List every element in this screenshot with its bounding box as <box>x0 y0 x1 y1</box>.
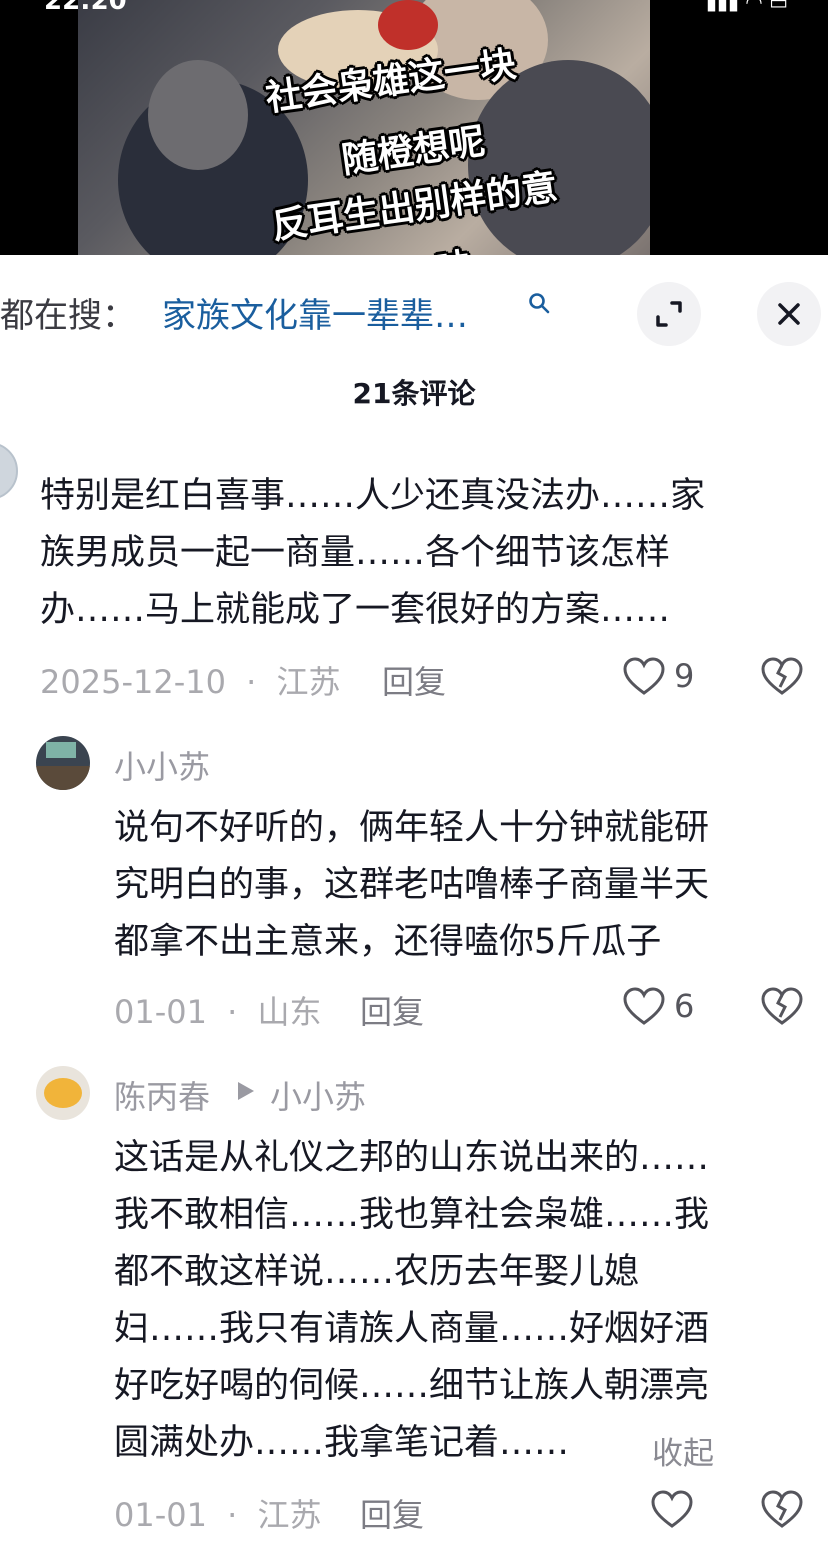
comment-location: 江苏 <box>276 663 341 701</box>
comment-text-line: 我不敢相信……我也算社会枭雄……我 <box>114 1195 710 1235</box>
search-icon[interactable] <box>528 292 550 314</box>
avatar-image <box>44 1078 82 1108</box>
expand-icon <box>656 301 682 327</box>
comment-text-line: 都拿不出主意来，还得嗑你5斤瓜子 <box>114 922 662 962</box>
comment-date: 2025-12-10 <box>40 663 226 701</box>
comment-text-line: 都不敢这样说……农历去年娶儿媳 <box>114 1252 640 1292</box>
avatar-image <box>46 742 76 758</box>
dislike-heart-icon[interactable] <box>760 657 804 697</box>
comment-username[interactable]: 小小苏 <box>114 742 210 788</box>
comment-text-line: 这话是从礼仪之邦的山东说出来的…… <box>114 1138 710 1178</box>
reply-button[interactable]: 回复 <box>382 657 446 703</box>
comment-meta: 01-01 · 江苏 <box>114 1490 322 1536</box>
battery-icon: ▭ <box>769 0 788 14</box>
comment-text-line: 族男成员一起一商量……各个细节该怎样 <box>40 533 671 573</box>
reply-button[interactable]: 回复 <box>360 1490 424 1536</box>
like-count: 6 <box>674 987 695 1025</box>
comment-text-line: 特别是红白喜事……人少还真没法办……家 <box>40 476 706 516</box>
search-prefix-label: 都在搜： <box>0 296 136 336</box>
search-suggestion-link[interactable]: 家族文化靠一辈辈… <box>162 288 468 337</box>
meta-separator: · <box>246 663 257 701</box>
status-icons: ▮▮▮ ◠ ▭ <box>706 0 788 14</box>
wifi-icon: ◠ <box>745 0 763 14</box>
avatar[interactable] <box>36 736 90 790</box>
reply-button[interactable]: 回复 <box>360 987 424 1033</box>
collapse-button[interactable]: 收起 <box>652 1428 714 1473</box>
video-red-box <box>378 0 438 50</box>
comment-location: 山东 <box>257 993 322 1031</box>
meta-separator: · <box>227 993 238 1031</box>
video-player[interactable]: 22:20 ▮▮▮ ◠ ▭ 社会枭雄这一块 随橙想呢 反耳生出别样的意 味 <box>0 0 828 255</box>
close-button[interactable] <box>757 282 821 346</box>
comment-date: 01-01 <box>114 993 207 1031</box>
like-heart-icon[interactable] <box>622 657 666 697</box>
reply-arrow-icon <box>238 1082 254 1100</box>
close-icon <box>778 303 800 325</box>
comment-text-line: 说句不好听的，俩年轻人十分钟就能研 <box>114 808 710 848</box>
avatar-image-lower <box>36 766 90 790</box>
like-heart-icon[interactable] <box>650 1490 694 1530</box>
comment-location: 江苏 <box>257 1496 322 1534</box>
meta-separator: · <box>227 1496 238 1534</box>
comment-date: 01-01 <box>114 1496 207 1534</box>
like-count: 9 <box>674 657 695 695</box>
video-head-left <box>148 60 248 170</box>
comment-count-title: 21条评论 <box>352 377 476 410</box>
comment-text-line: 办……马上就能成了一套很好的方案…… <box>40 590 671 630</box>
dislike-heart-icon[interactable] <box>760 1490 804 1530</box>
comment-text-line: 好吃好喝的伺候……细节让族人朝漂亮 <box>114 1366 710 1406</box>
avatar[interactable] <box>36 1066 90 1120</box>
signal-icon: ▮▮▮ <box>705 0 739 14</box>
dislike-heart-icon[interactable] <box>760 987 804 1027</box>
comment-text-line: 圆满处办……我拿笔记着…… <box>114 1423 570 1463</box>
comment-text-line: 究明白的事，这群老咕噜棒子商量半天 <box>114 865 710 905</box>
status-time: 22:20 <box>44 0 127 16</box>
comment-meta: 01-01 · 山东 <box>114 987 322 1033</box>
comment-meta: 2025-12-10 · 江苏 <box>40 657 341 703</box>
like-heart-icon[interactable] <box>622 987 666 1027</box>
comment-text-line: 妇……我只有请族人商量……好烟好酒 <box>114 1309 710 1349</box>
avatar[interactable] <box>0 442 18 500</box>
comment-username[interactable]: 陈丙春 <box>114 1072 210 1118</box>
reply-to-username[interactable]: 小小苏 <box>270 1072 366 1118</box>
expand-button[interactable] <box>637 282 701 346</box>
search-suggestion-row: 都在搜： 家族文化靠一辈辈… <box>0 262 828 362</box>
